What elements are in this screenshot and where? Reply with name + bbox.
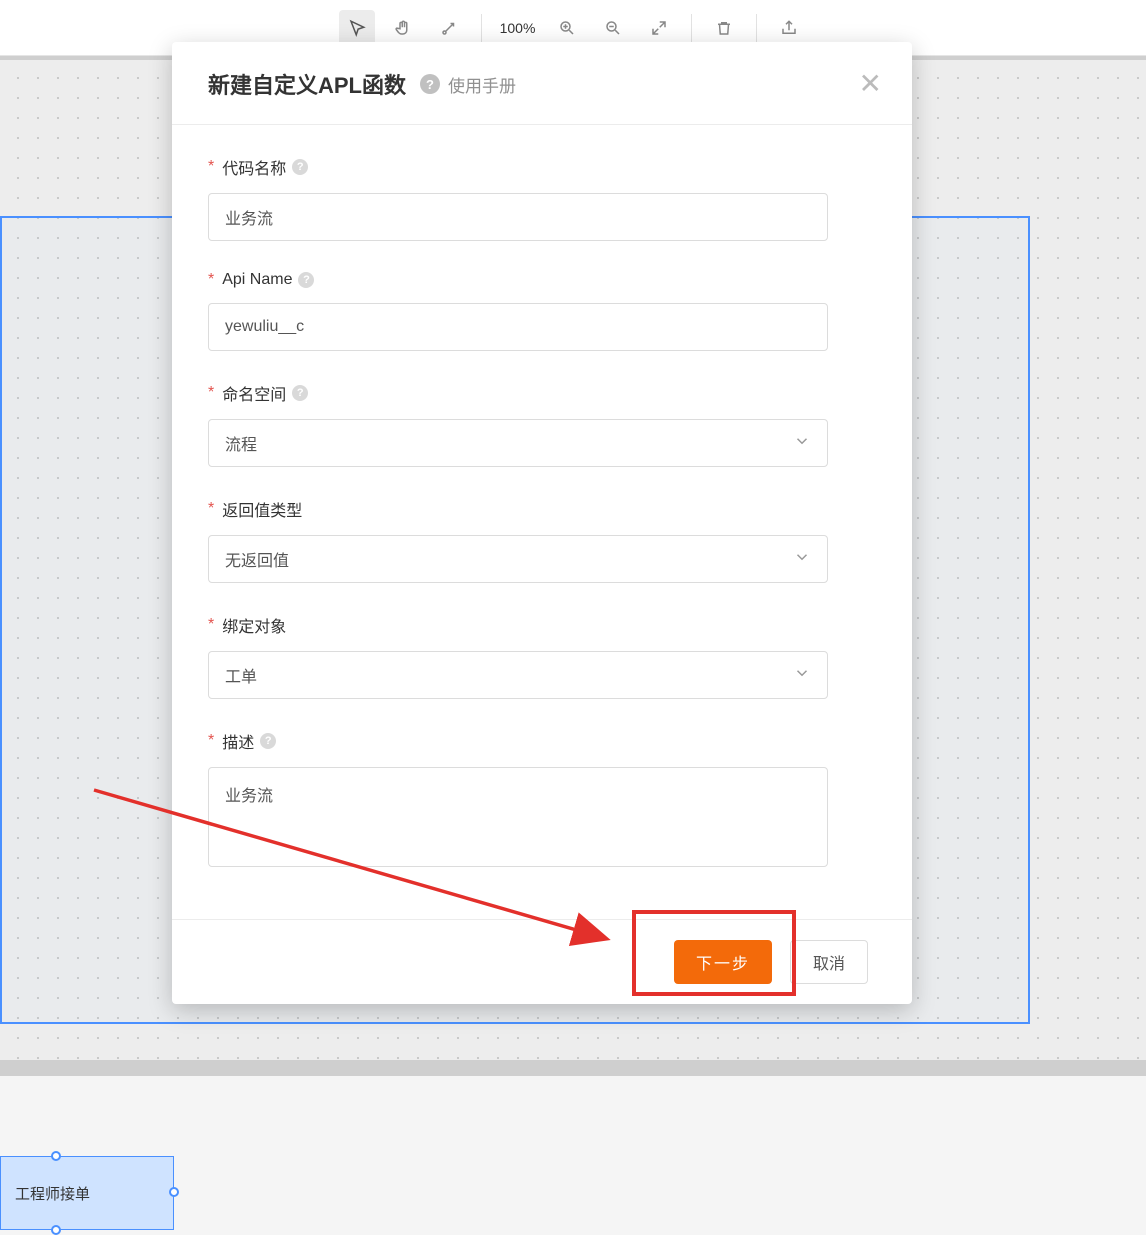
namespace-select[interactable]: 流程 (208, 419, 828, 467)
label-api-name: *Api Name ? (208, 271, 876, 289)
zoom-out-icon[interactable] (595, 10, 631, 46)
help-icon[interactable]: ? (292, 385, 308, 401)
bind-object-select[interactable]: 工单 (208, 651, 828, 699)
chevron-down-icon (793, 432, 811, 455)
node-handle-right[interactable] (169, 1187, 179, 1197)
connector-tool[interactable] (431, 10, 467, 46)
delete-icon[interactable] (706, 10, 742, 46)
flow-node[interactable]: 工程师接单 (0, 1156, 174, 1230)
chevron-down-icon (793, 548, 811, 571)
help-icon[interactable]: ? (298, 272, 314, 288)
help-icon[interactable]: ? (420, 74, 440, 94)
fit-icon[interactable] (641, 10, 677, 46)
api-name-input[interactable] (208, 303, 828, 351)
export-icon[interactable] (771, 10, 807, 46)
chevron-down-icon (793, 664, 811, 687)
modal-footer: 下一步 取消 (172, 919, 912, 1004)
modal-title: 新建自定义APL函数 (208, 68, 406, 100)
code-name-input[interactable] (208, 193, 828, 241)
return-type-select[interactable]: 无返回值 (208, 535, 828, 583)
zoom-level: 100% (496, 20, 540, 36)
pointer-tool[interactable] (339, 10, 375, 46)
label-return-type: *返回值类型 (208, 497, 876, 521)
label-bind-object: *绑定对象 (208, 613, 876, 637)
label-namespace: *命名空间 ? (208, 381, 876, 405)
help-icon[interactable]: ? (260, 733, 276, 749)
node-handle-top[interactable] (51, 1151, 61, 1161)
modal-header: 新建自定义APL函数 ? 使用手册 ✕ (172, 42, 912, 125)
node-handle-bottom[interactable] (51, 1225, 61, 1235)
next-button[interactable]: 下一步 (674, 940, 772, 984)
close-icon[interactable]: ✕ (859, 70, 882, 98)
flow-node-label: 工程师接单 (15, 1183, 90, 1204)
modal-body[interactable]: *代码名称 ? *Api Name ? *命名空间 ? 流程 (172, 125, 912, 919)
hand-tool[interactable] (385, 10, 421, 46)
description-input[interactable] (208, 767, 828, 867)
label-description: *描述 ? (208, 729, 876, 753)
zoom-in-icon[interactable] (549, 10, 585, 46)
label-code-name: *代码名称 ? (208, 155, 876, 179)
create-apl-function-modal: 新建自定义APL函数 ? 使用手册 ✕ *代码名称 ? *Api Name ? … (172, 42, 912, 1004)
cancel-button[interactable]: 取消 (790, 940, 868, 984)
help-icon[interactable]: ? (292, 159, 308, 175)
manual-link[interactable]: 使用手册 (448, 72, 516, 97)
